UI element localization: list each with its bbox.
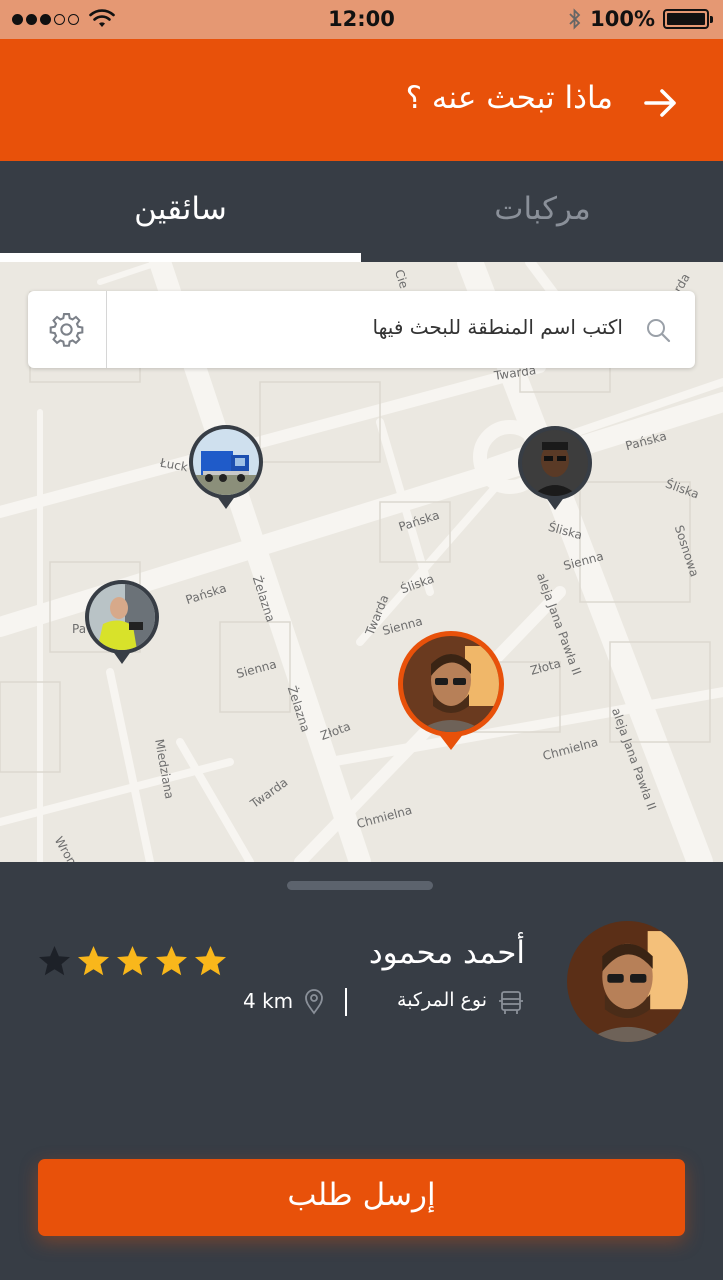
status-right: 100%	[568, 7, 713, 31]
map-pin-truck[interactable]	[189, 425, 263, 509]
star-filled-icon	[156, 946, 187, 976]
status-bar: 12:00 100%	[0, 0, 723, 39]
driver-photo	[522, 430, 588, 496]
info-separator	[345, 988, 347, 1016]
star-filled-icon	[117, 946, 148, 976]
drag-handle[interactable]	[287, 881, 433, 890]
search-divider	[106, 291, 107, 368]
map-pin-selected-driver[interactable]	[398, 631, 504, 750]
driver-card: أحمد محمود نوع المركبة 4 km إرسل طلب	[0, 862, 723, 1280]
vehicle-type-label: نوع المركبة	[397, 989, 487, 1011]
street-label: Pa	[72, 622, 87, 636]
star-filled-icon	[78, 946, 109, 976]
star-filled-icon	[195, 946, 226, 976]
truck-photo	[193, 429, 259, 495]
tab-bar: سائقين مركبات	[0, 161, 723, 262]
driver-name: أحمد محمود	[368, 935, 525, 971]
app-header: ماذا تبحث عنه ؟	[0, 39, 723, 161]
avatar	[567, 921, 688, 1042]
arrow-right-icon[interactable]	[641, 83, 681, 123]
gear-icon[interactable]	[48, 311, 85, 348]
distance-value: 4 km	[243, 989, 294, 1013]
battery-percent: 100%	[590, 7, 655, 31]
battery-icon	[663, 9, 713, 29]
location-pin-icon	[305, 989, 323, 1015]
map-pin-driver[interactable]	[518, 426, 592, 510]
tab-drivers[interactable]: سائقين	[0, 161, 361, 262]
driver-photo	[89, 584, 155, 650]
page-title: ماذا تبحث عنه ؟	[405, 80, 613, 116]
vehicle-type-icon	[499, 991, 523, 1014]
tab-vehicles[interactable]: مركبات	[362, 161, 723, 262]
map-pin-driver[interactable]	[85, 580, 159, 664]
bluetooth-icon	[569, 8, 581, 30]
search-bar: اكتب اسم المنطقة للبحث فيها	[28, 291, 695, 368]
send-request-button[interactable]: إرسل طلب	[38, 1159, 685, 1236]
search-input[interactable]: اكتب اسم المنطقة للبحث فيها	[372, 315, 623, 339]
selected-driver-photo	[403, 636, 499, 732]
active-tab-indicator	[0, 253, 361, 262]
search-icon[interactable]	[645, 317, 671, 343]
rating-stars	[37, 944, 228, 979]
star-empty-icon	[39, 946, 70, 976]
